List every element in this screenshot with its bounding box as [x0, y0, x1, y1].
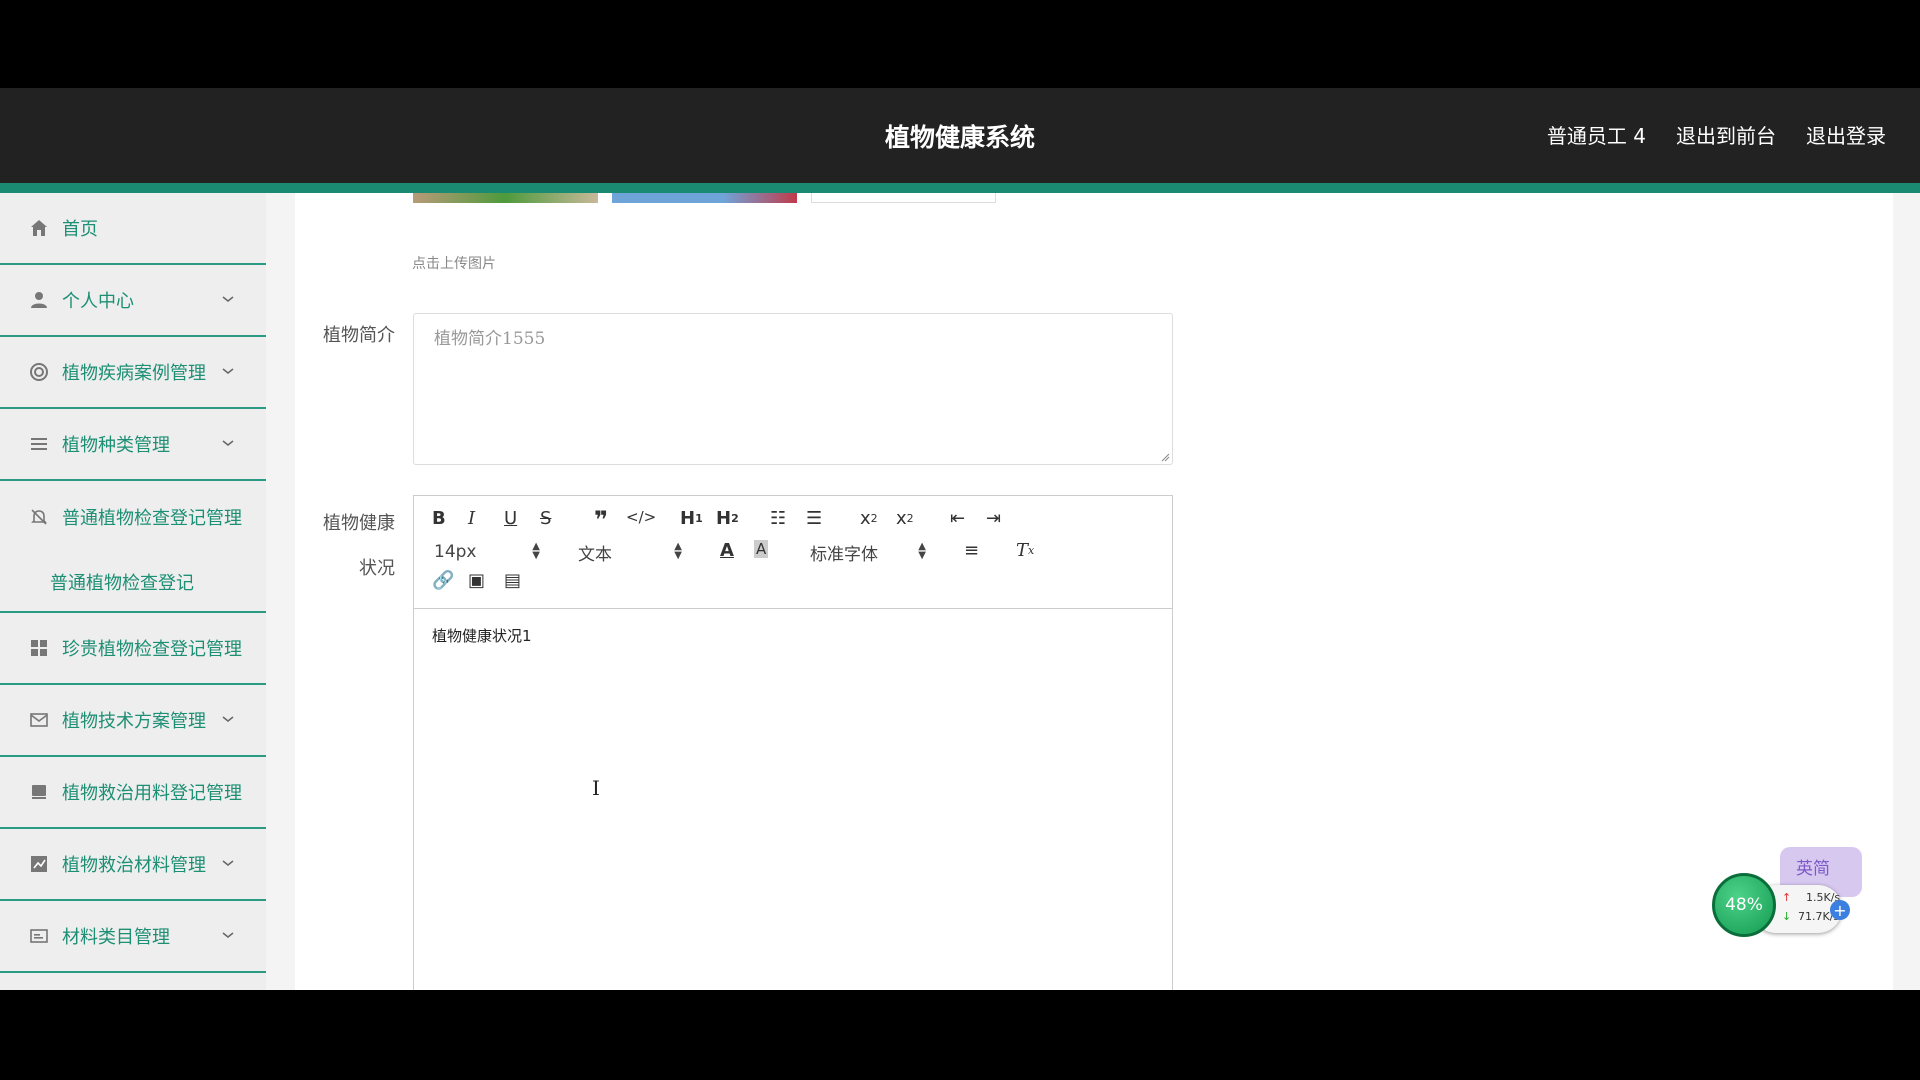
sidebar-item-tech-plans[interactable]: 植物技术方案管理	[0, 685, 266, 757]
health-label-line1: 植物健康	[323, 513, 395, 534]
ordered-list-icon[interactable]: ☷	[770, 508, 786, 529]
bold-icon[interactable]: B	[432, 508, 446, 529]
chevron-down-icon	[222, 716, 234, 722]
sidebar-item-label: 首页	[62, 219, 98, 240]
sidebar-item-treatment-supplies[interactable]: 植物救治用料登记管理	[0, 757, 266, 829]
text-cursor-icon: I	[592, 776, 600, 800]
sidebar-item-rare-inspection-mgmt[interactable]: 珍贵植物检查登记管理	[0, 613, 266, 685]
font-value: 标准字体	[810, 544, 878, 565]
lifebuoy-icon	[28, 361, 50, 383]
editor-content[interactable]: 植物健康状况1	[414, 609, 1172, 662]
sidebar-item-label: 植物救治用料登记管理	[62, 783, 242, 804]
grid-icon	[28, 637, 50, 659]
sidebar-item-label: 植物救治材料管理	[62, 855, 206, 876]
rich-text-editor[interactable]: B I U S ❞ </> H1 H2 ☷ ☰ x2 x2 ⇤ ⇥ 14px ▲…	[413, 495, 1173, 990]
sidebar-item-disease-cases[interactable]: 植物疾病案例管理	[0, 337, 266, 409]
link-icon[interactable]: 🔗	[432, 570, 454, 591]
superscript-icon[interactable]: x2	[896, 508, 914, 529]
chevron-down-icon	[222, 296, 234, 302]
card-icon	[28, 925, 50, 947]
image-icon[interactable]: ▣	[468, 570, 485, 591]
subscript-icon[interactable]: x2	[860, 508, 878, 529]
uploaded-images	[413, 193, 996, 203]
blockquote-icon[interactable]: ❞	[594, 506, 608, 534]
sidebar-item-label: 珍贵植物检查登记管理	[62, 639, 242, 660]
sidebar-item-label: 植物疾病案例管理	[62, 363, 206, 384]
chart-icon	[28, 853, 50, 875]
align-icon[interactable]: ≡	[964, 540, 979, 561]
download-arrow-icon: ↓	[1782, 910, 1792, 923]
background-color-icon[interactable]: A	[754, 540, 769, 558]
underline-icon[interactable]: U	[504, 508, 517, 529]
app-window: 植物健康系统 普通员工 4 退出到前台 退出登录 首页 个人中心 植物疾病案例管…	[0, 88, 1920, 990]
sidebar-item-treatment-materials[interactable]: 植物救治材料管理	[0, 829, 266, 901]
video-icon[interactable]: ▤	[504, 570, 521, 591]
resize-handle-icon[interactable]	[1160, 452, 1170, 462]
clear-format-icon[interactable]: Tx	[1016, 540, 1034, 561]
font-select[interactable]: 标准字体 ▲ ▼	[810, 540, 926, 565]
editor-toolbar: B I U S ❞ </> H1 H2 ☷ ☰ x2 x2 ⇤ ⇥ 14px ▲…	[414, 496, 1172, 609]
chevron-down-icon	[222, 932, 234, 938]
sidebar-item-label: 个人中心	[62, 291, 134, 312]
sidebar-item-home[interactable]: 首页	[0, 193, 266, 265]
letterbox-top	[0, 0, 1920, 88]
list-icon	[28, 433, 50, 455]
current-user[interactable]: 普通员工 4	[1547, 120, 1646, 149]
main-form: 点击上传图片 植物简介 植物简介1555 植物健康 状况 B I U S ❞ <…	[295, 193, 1893, 990]
font-color-icon[interactable]: A	[720, 540, 734, 561]
chevron-down-icon	[222, 368, 234, 374]
chevron-down-icon	[222, 860, 234, 866]
sidebar-item-label: 材料类目管理	[62, 927, 170, 948]
bullet-list-icon[interactable]: ☰	[806, 508, 822, 529]
upload-slot[interactable]	[811, 193, 996, 203]
home-icon	[28, 217, 50, 239]
h1-icon[interactable]: H1	[680, 508, 703, 529]
uploaded-image[interactable]	[612, 193, 797, 203]
letterbox-bottom	[0, 990, 1920, 1080]
mail-icon	[28, 709, 50, 731]
strike-icon[interactable]: S	[540, 508, 551, 529]
intro-label: 植物简介	[323, 325, 395, 346]
user-icon	[28, 289, 50, 311]
sidebar-item-plant-types[interactable]: 植物种类管理	[0, 409, 266, 481]
sidebar-item-normal-inspection-mgmt[interactable]: 普通植物检查登记管理	[0, 481, 266, 553]
header-select[interactable]: 文本 ▲ ▼	[578, 540, 682, 565]
code-block-icon[interactable]: </>	[626, 508, 656, 526]
uploaded-image[interactable]	[413, 193, 598, 203]
size-select[interactable]: 14px ▲ ▼	[434, 540, 540, 564]
upload-hint[interactable]: 点击上传图片	[412, 253, 496, 273]
header-actions: 普通员工 4 退出到前台 退出登录	[1547, 120, 1886, 149]
chevron-down-icon	[222, 440, 234, 446]
outdent-icon[interactable]: ⇤	[950, 508, 965, 529]
sidebar-item-label: 植物技术方案管理	[62, 711, 206, 732]
sidebar-item-personal-center[interactable]: 个人中心	[0, 265, 266, 337]
header-value: 文本	[578, 544, 612, 565]
sidebar: 首页 个人中心 植物疾病案例管理 植物种类管理 普通植物检查登记管理 普通植物检…	[0, 193, 266, 990]
book-icon	[28, 781, 50, 803]
memory-percent[interactable]: 48%	[1712, 873, 1776, 937]
select-arrows-icon: ▲ ▼	[532, 541, 540, 561]
indent-icon[interactable]: ⇥	[986, 508, 1001, 529]
logout-link[interactable]: 退出登录	[1806, 120, 1886, 149]
sidebar-item-label: 植物种类管理	[62, 435, 170, 456]
sidebar-subitem-normal-inspection[interactable]: 普通植物检查登记	[0, 553, 266, 613]
bell-off-icon	[28, 506, 50, 528]
top-header: 植物健康系统 普通员工 4 退出到前台 退出登录	[0, 88, 1920, 183]
accent-bar	[0, 183, 1920, 193]
sidebar-item-label: 普通植物检查登记管理	[62, 508, 242, 529]
health-label-line2: 状况	[359, 558, 395, 579]
h2-icon[interactable]: H2	[716, 508, 739, 529]
sidebar-item-material-categories[interactable]: 材料类目管理	[0, 901, 266, 973]
select-arrows-icon: ▲ ▼	[674, 541, 682, 561]
select-arrows-icon: ▲ ▼	[918, 541, 926, 561]
plus-icon[interactable]: +	[1830, 900, 1850, 920]
intro-value: 植物简介1555	[434, 329, 546, 349]
health-label: 植物健康 状况	[295, 501, 395, 591]
upload-arrow-icon: ↑	[1782, 891, 1792, 904]
size-value: 14px	[434, 542, 477, 562]
intro-textarea[interactable]: 植物简介1555	[413, 313, 1173, 465]
back-to-front-link[interactable]: 退出到前台	[1676, 120, 1776, 149]
italic-icon[interactable]: I	[468, 508, 475, 529]
